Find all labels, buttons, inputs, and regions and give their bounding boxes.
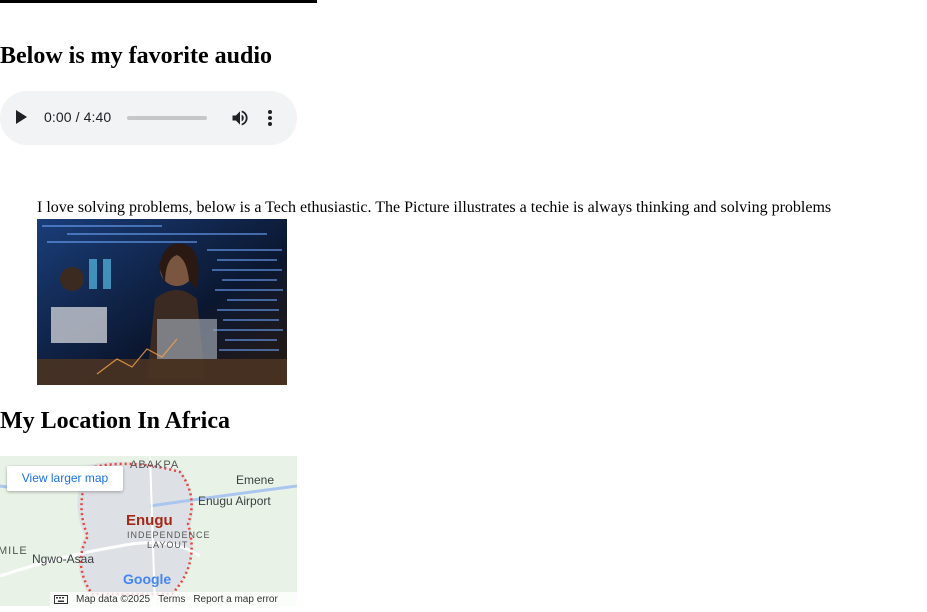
audio-heading: Below is my favorite audio: [0, 43, 272, 69]
more-vert-icon[interactable]: [262, 108, 278, 128]
play-icon[interactable]: [16, 110, 27, 124]
place-independence: INDEPENDENCE: [127, 530, 211, 540]
view-larger-map-link[interactable]: View larger map: [7, 466, 123, 491]
map-data-text: Map data ©2025: [76, 593, 151, 605]
place-enugu-airport: Enugu Airport: [198, 494, 271, 508]
audio-player[interactable]: 0:00 / 4:40: [0, 91, 297, 145]
place-layout: LAYOUT: [147, 540, 189, 550]
keyboard-icon[interactable]: [54, 594, 68, 604]
description-text: I love solving problems, below is a Tech…: [37, 199, 832, 216]
place-emene: Emene: [236, 473, 275, 487]
google-logo: Google: [123, 571, 172, 587]
volume-icon[interactable]: [230, 108, 250, 128]
top-divider: [0, 0, 317, 3]
report-map-error-link[interactable]: Report a map error: [193, 594, 277, 605]
place-abakpa: ABAKPA: [130, 459, 180, 471]
audio-time: 0:00 / 4:40: [44, 109, 112, 125]
map-footer: Map data ©2025 Terms Report a map error: [50, 592, 297, 606]
place-mile: MILE: [0, 545, 28, 557]
techie-photo: [37, 219, 287, 385]
embedded-map[interactable]: View larger map ABAKPA Emene Enugu Airpo…: [0, 456, 297, 606]
map-terms-link[interactable]: Terms: [158, 594, 185, 605]
location-heading: My Location In Africa: [0, 408, 230, 434]
audio-progress-track[interactable]: [127, 116, 207, 120]
place-enugu: Enugu: [126, 512, 173, 529]
place-ngwo-asaa: Ngwo-Asaa: [32, 552, 95, 566]
